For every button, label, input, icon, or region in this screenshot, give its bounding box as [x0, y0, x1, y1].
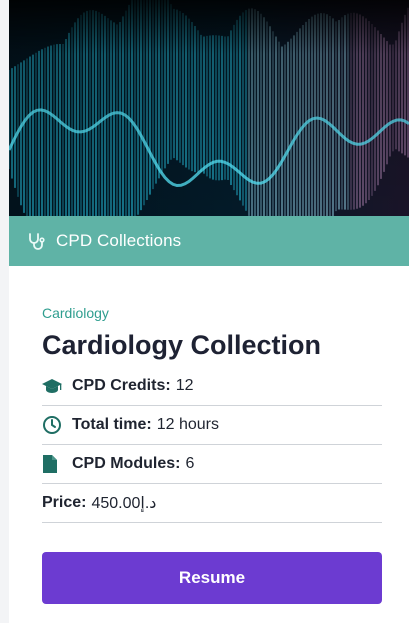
cpd-modules-label: CPD Modules: — [72, 455, 181, 472]
collection-banner[interactable]: CPD Collections — [9, 216, 409, 266]
total-time-row: Total time: 12 hours — [42, 406, 382, 445]
cpd-credits-value: 12 — [175, 377, 194, 394]
graduation-cap-icon — [42, 375, 64, 397]
course-details: Cardiology Cardiology Collection CPD Cre… — [42, 266, 382, 604]
course-card: CPD Collections Cardiology Cardiology Co… — [9, 0, 409, 623]
hero-image — [9, 0, 409, 216]
price-row: Price: 450.00د.إ — [42, 484, 382, 523]
clock-icon — [42, 414, 64, 436]
document-icon — [42, 453, 64, 475]
cpd-modules-value: 6 — [185, 455, 195, 472]
total-time-label: Total time: — [72, 416, 152, 433]
resume-button[interactable]: Resume — [42, 552, 382, 604]
cpd-credits-label: CPD Credits: — [72, 377, 171, 394]
price-value: 450.00د.إ — [91, 495, 157, 512]
price-label: Price: — [42, 494, 87, 511]
course-category[interactable]: Cardiology — [42, 304, 382, 322]
ecg-waveform-image — [9, 0, 409, 216]
stethoscope-icon — [26, 230, 48, 252]
course-title: Cardiology Collection — [42, 330, 322, 360]
collection-banner-label: CPD Collections — [56, 231, 182, 250]
cpd-modules-row: CPD Modules: 6 — [42, 445, 382, 484]
total-time-value: 12 hours — [156, 416, 219, 433]
cpd-credits-row: CPD Credits: 12 — [42, 367, 382, 406]
